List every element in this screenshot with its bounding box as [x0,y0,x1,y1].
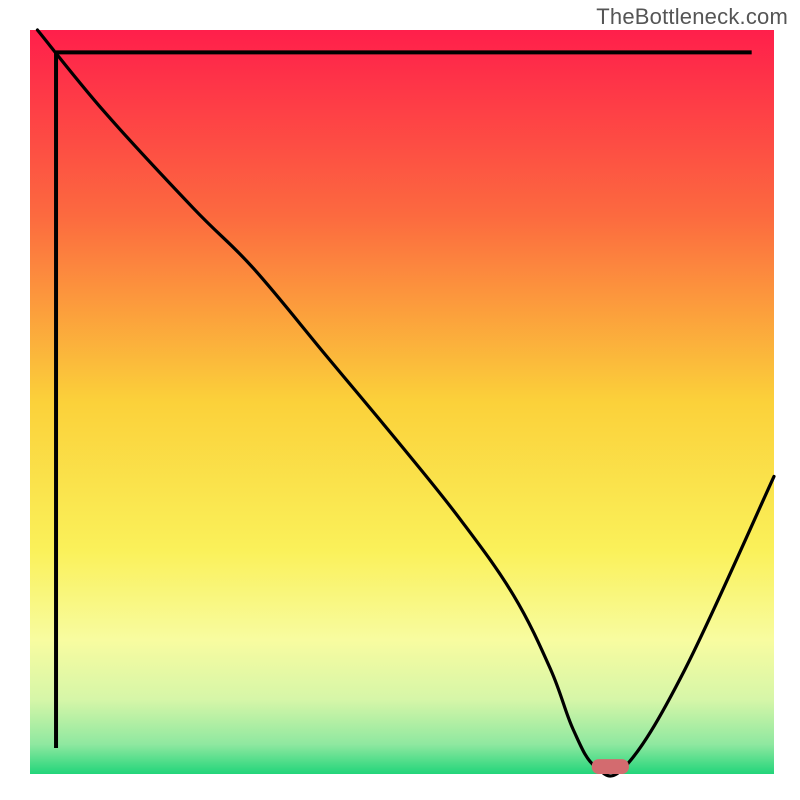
bottleneck-chart [0,0,800,800]
optimal-marker [592,759,629,774]
chart-gradient-bg [30,30,774,774]
chart-frame: TheBottleneck.com [0,0,800,800]
watermark-text: TheBottleneck.com [596,4,788,30]
